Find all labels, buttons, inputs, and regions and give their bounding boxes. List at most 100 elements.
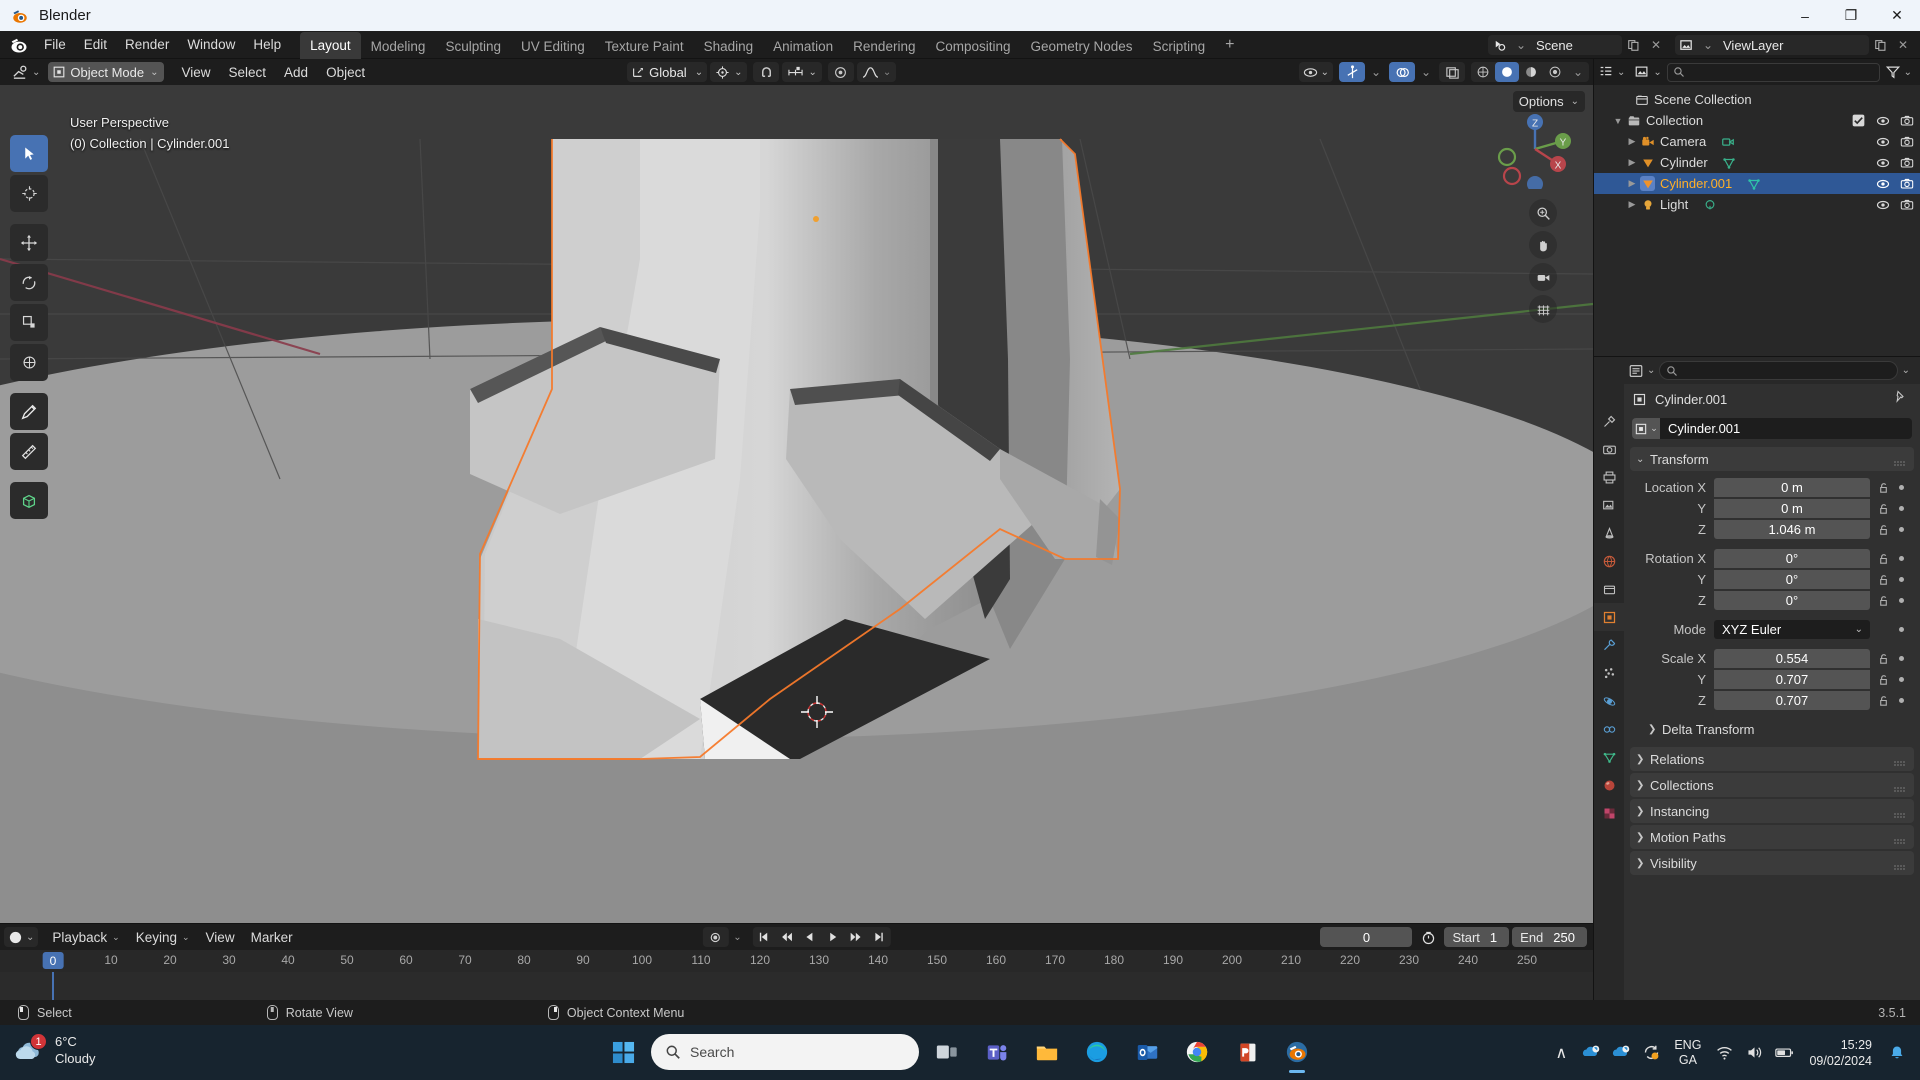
language-indicator[interactable]: ENG GA <box>1668 1038 1707 1068</box>
lock-icon[interactable] <box>1874 502 1892 515</box>
jump-to-start-button[interactable] <box>753 927 776 947</box>
eye-icon[interactable] <box>1875 134 1890 149</box>
animate-property-dot[interactable] <box>1894 505 1908 511</box>
animate-property-dot[interactable] <box>1894 484 1908 490</box>
windows-logo-icon[interactable] <box>601 1030 645 1074</box>
properties-filter-chevron-icon[interactable]: ⌄ <box>1902 365 1910 376</box>
tab-compositing[interactable]: Compositing <box>925 34 1020 59</box>
disclosure-triangle-right-icon[interactable]: ▶ <box>1624 199 1640 210</box>
properties-tab-tool[interactable] <box>1594 407 1624 435</box>
disclosure-triangle-right-icon[interactable]: ▶ <box>1624 157 1640 168</box>
tweak-tool-button[interactable] <box>10 135 48 172</box>
end-value[interactable]: 250 <box>1553 930 1587 945</box>
remove-view-layer-close-icon[interactable]: ✕ <box>1892 35 1914 55</box>
outliner-filter-button[interactable]: ⌄ <box>1885 64 1912 80</box>
properties-tab-modifiers[interactable] <box>1594 631 1624 659</box>
mesh-data-icon[interactable] <box>1722 155 1737 170</box>
properties-tab-render[interactable] <box>1594 435 1624 463</box>
onedrive-icon[interactable] <box>1578 1038 1604 1068</box>
google-chrome-icon[interactable] <box>1175 1030 1219 1074</box>
animate-property-dot[interactable] <box>1894 697 1908 703</box>
viewport-options-button[interactable]: Options ⌄ <box>1512 91 1585 112</box>
eye-icon[interactable] <box>1875 113 1890 128</box>
shading-options-chevron-icon[interactable]: ⌄ <box>1567 62 1589 82</box>
properties-tab-view-layer[interactable] <box>1594 491 1624 519</box>
timeline-editor[interactable]: ⌄ Playback ⌄ Keying ⌄ View Marker ⌄ 0 St… <box>0 923 1593 1001</box>
lock-icon[interactable] <box>1874 652 1892 665</box>
current-frame-field[interactable]: 0 <box>1320 927 1413 947</box>
shading-rendered-icon[interactable] <box>1543 62 1567 82</box>
outliner-row-collection[interactable]: ▼ Collection <box>1594 110 1920 131</box>
new-scene-icon[interactable] <box>1623 35 1645 55</box>
viewport-menu-view[interactable]: View <box>172 62 219 83</box>
timeline-editor-type-selector[interactable]: ⌄ <box>4 927 39 947</box>
lock-icon[interactable] <box>1874 481 1892 494</box>
camera-data-icon[interactable] <box>1720 134 1735 149</box>
play-button[interactable] <box>822 927 845 947</box>
toggle-ortho-icon[interactable] <box>1529 295 1557 323</box>
outliner-row-camera[interactable]: ▶ Camera <box>1594 131 1920 152</box>
camera-render-icon[interactable] <box>1899 134 1914 149</box>
eye-icon[interactable] <box>1875 176 1890 191</box>
update-icon[interactable] <box>1638 1038 1664 1068</box>
animate-property-dot[interactable] <box>1894 676 1908 682</box>
properties-editor-type-selector[interactable]: ⌄ <box>1628 363 1655 379</box>
disclosure-triangle-right-icon[interactable]: ▶ <box>1624 136 1640 147</box>
stopwatch-icon[interactable] <box>1415 927 1441 947</box>
rotation-z-field[interactable]: 0° <box>1714 590 1870 610</box>
properties-tab-output[interactable] <box>1594 463 1624 491</box>
tab-rendering[interactable]: Rendering <box>843 34 925 59</box>
timeline-menu-playback[interactable]: Playback ⌄ <box>44 927 127 948</box>
tray-chevron-up-icon[interactable]: ∧ <box>1548 1038 1574 1068</box>
view-layer-selector[interactable]: ⌄ ViewLayer <box>1675 35 1869 55</box>
camera-render-icon[interactable] <box>1899 113 1914 128</box>
playhead-indicator[interactable]: 0 <box>42 952 64 969</box>
viewport-menu-object[interactable]: Object <box>317 62 374 83</box>
timeline-ruler[interactable]: 0 10 20 30 40 50 60 70 80 90 100 110 120… <box>0 950 1593 972</box>
camera-view-icon[interactable] <box>1529 263 1557 291</box>
snap-pivot-selector[interactable]: ⌄ <box>710 62 748 82</box>
xray-toggle-icon[interactable] <box>1439 62 1465 82</box>
object-datablock-selector[interactable]: ⌄ <box>1632 418 1660 439</box>
properties-tab-data[interactable] <box>1594 743 1624 771</box>
rotate-tool-button[interactable] <box>10 264 48 301</box>
properties-tab-constraints[interactable] <box>1594 715 1624 743</box>
properties-tab-texture[interactable] <box>1594 799 1624 827</box>
keying-options-chevron-icon[interactable]: ⌄ <box>733 932 741 943</box>
battery-icon[interactable] <box>1771 1038 1797 1068</box>
end-frame-group[interactable]: End 250 <box>1512 927 1587 947</box>
falloff-curve-selector[interactable]: ⌄ <box>856 62 897 82</box>
maximize-button[interactable]: ❐ <box>1828 0 1874 31</box>
powerpoint-icon[interactable] <box>1225 1030 1269 1074</box>
lock-icon[interactable] <box>1874 694 1892 707</box>
timeline-channel-area[interactable] <box>0 972 1593 1001</box>
scene-chevron-down-icon[interactable]: ⌄ <box>1510 35 1532 55</box>
navigation-gizmo[interactable]: Z Y X <box>1495 109 1575 192</box>
blender-taskbar-icon[interactable] <box>1275 1030 1319 1074</box>
lock-icon[interactable] <box>1874 552 1892 565</box>
scale-x-field[interactable]: 0.554 <box>1714 648 1870 668</box>
play-reverse-button[interactable] <box>799 927 822 947</box>
properties-tab-particles[interactable] <box>1594 659 1624 687</box>
camera-render-icon[interactable] <box>1899 197 1914 212</box>
onedrive-icon[interactable] <box>1608 1038 1634 1068</box>
scale-y-field[interactable]: 0.707 <box>1714 669 1870 689</box>
microsoft-edge-icon[interactable] <box>1075 1030 1119 1074</box>
location-y-field[interactable]: 0 m <box>1714 498 1870 518</box>
properties-tab-collection[interactable] <box>1594 575 1624 603</box>
next-keyframe-button[interactable] <box>845 927 868 947</box>
auto-keying-record-icon[interactable] <box>702 927 729 947</box>
cursor-tool-button[interactable] <box>10 175 48 212</box>
outlook-icon[interactable] <box>1125 1030 1169 1074</box>
timeline-menu-marker[interactable]: Marker <box>243 927 301 948</box>
previous-keyframe-button[interactable] <box>776 927 799 947</box>
minimize-button[interactable]: – <box>1782 0 1828 31</box>
view-layer-name[interactable]: ViewLayer <box>1719 38 1869 53</box>
rotation-x-field[interactable]: 0° <box>1714 548 1870 568</box>
tab-scripting[interactable]: Scripting <box>1143 34 1216 59</box>
menu-window[interactable]: Window <box>178 33 244 56</box>
tab-uv-editing[interactable]: UV Editing <box>511 34 595 59</box>
visibility-selector[interactable]: ⌄ <box>1298 62 1333 82</box>
transform-orientation-selector[interactable]: Global ⌄ <box>627 62 708 82</box>
file-explorer-icon[interactable] <box>1025 1030 1069 1074</box>
